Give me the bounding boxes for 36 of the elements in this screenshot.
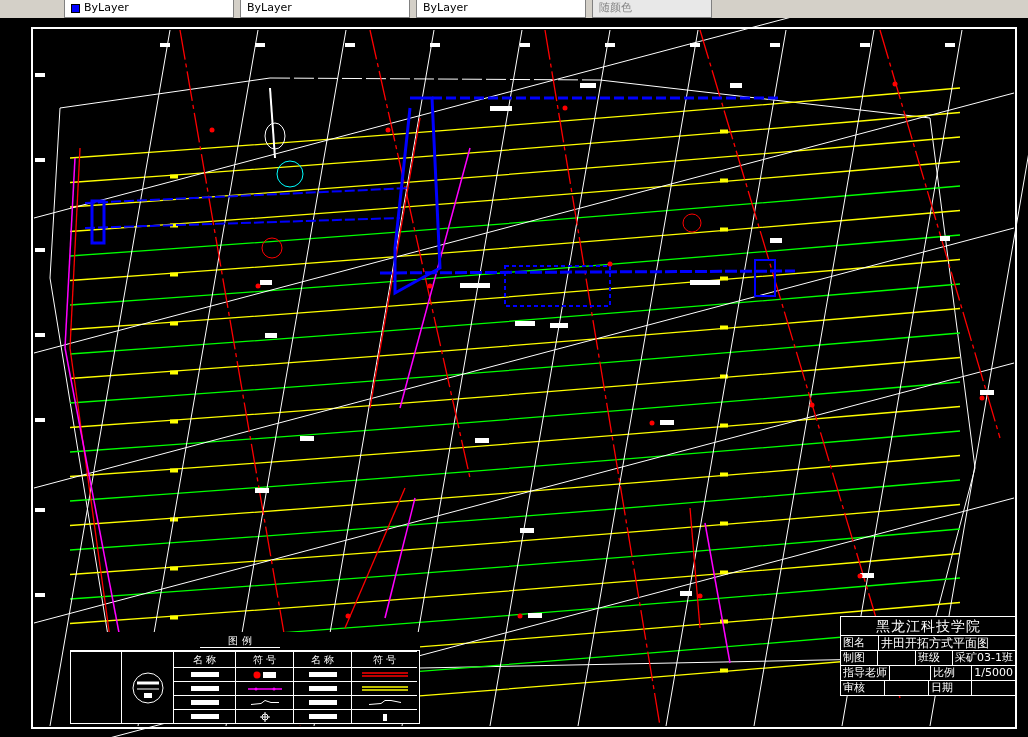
title-block-label: 审核 bbox=[842, 681, 866, 695]
title-block-value: 采矿03-1班 bbox=[952, 651, 1015, 665]
title-block-value: 1/5000 bbox=[971, 666, 1015, 680]
school-name: 黑龙江科技学院 bbox=[874, 617, 982, 635]
toolbar-dropdown[interactable]: ByLayer bbox=[64, 0, 234, 18]
node-line-symbol-icon bbox=[247, 685, 282, 692]
title-block-label: 班级 bbox=[914, 651, 953, 665]
legend-name-block-icon bbox=[308, 686, 337, 691]
toolbar-dropdown[interactable]: ByLayer bbox=[240, 0, 410, 18]
legend-name-block-icon bbox=[190, 672, 219, 677]
legend-title: 图 例 bbox=[200, 634, 280, 648]
legend-name-block-icon bbox=[308, 714, 337, 719]
shaft-symbol-icon bbox=[252, 670, 277, 679]
title-block-label: 比例 bbox=[930, 666, 972, 680]
legend-name-block-icon bbox=[308, 700, 337, 705]
legend-name-block-icon bbox=[190, 700, 219, 705]
legend-header: 名 称 bbox=[173, 651, 235, 667]
legend-header: 符 号 bbox=[235, 651, 293, 667]
legend-name-block-icon bbox=[308, 672, 337, 677]
color-swatch-icon bbox=[71, 3, 80, 13]
title-block-label: 指导老师 bbox=[842, 666, 888, 680]
seam-line-symbol-icon bbox=[361, 685, 408, 692]
title-block-label: 制图 bbox=[842, 651, 866, 665]
mine-emblem-icon bbox=[130, 670, 165, 705]
pillar-icon bbox=[381, 712, 388, 721]
legend-name-block-icon bbox=[190, 686, 219, 691]
profile-line-symbol-icon bbox=[368, 700, 401, 705]
legend-header: 符 号 bbox=[351, 651, 417, 667]
toolbar-dropdown[interactable]: ByLayer bbox=[416, 0, 586, 18]
profile-line-symbol-icon bbox=[250, 700, 279, 705]
drawing-name: 井田开拓方式平面图 bbox=[878, 636, 1015, 650]
drawing-name-label: 图名 bbox=[842, 636, 866, 650]
fault-line-symbol-icon bbox=[361, 671, 408, 678]
legend-header: 名 称 bbox=[293, 651, 351, 667]
title-block-label: 日期 bbox=[927, 681, 972, 695]
legend-name-block-icon bbox=[190, 714, 219, 719]
